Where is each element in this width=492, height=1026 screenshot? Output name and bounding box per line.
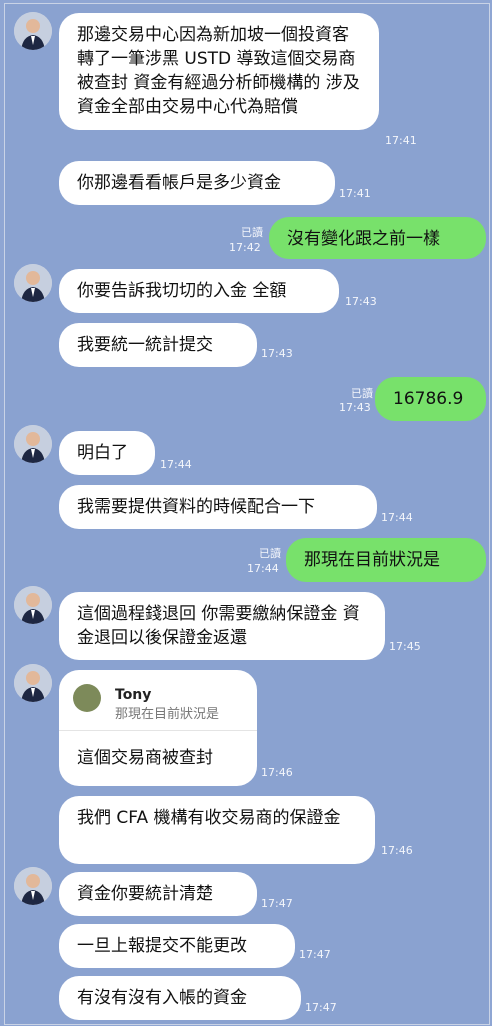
contact-avatar[interactable] bbox=[14, 12, 52, 50]
message-time: 17:43 bbox=[339, 401, 371, 414]
message-bubble[interactable]: 這個過程錢退回 你需要繳納保證金 資金退回以後保證金返還 bbox=[59, 592, 385, 660]
message-time: 17:42 bbox=[229, 241, 261, 254]
message-time: 17:47 bbox=[305, 1001, 337, 1014]
message-time: 17:44 bbox=[247, 562, 279, 575]
contact-avatar[interactable] bbox=[14, 264, 52, 302]
message-time: 17:44 bbox=[160, 458, 192, 471]
message-bubble[interactable]: 你那邊看看帳戶是多少資金 bbox=[59, 161, 335, 205]
message-bubble-outgoing[interactable]: 那現在目前狀況是 bbox=[286, 538, 486, 582]
message-bubble[interactable]: 我要統一統計提交 bbox=[59, 323, 257, 367]
message-time: 17:47 bbox=[299, 948, 331, 961]
message-time: 17:45 bbox=[389, 640, 421, 653]
reply-divider bbox=[59, 730, 257, 731]
message-bubble[interactable]: 你要告訴我切切的入金 全額 bbox=[59, 269, 339, 313]
read-receipt: 已讀 bbox=[259, 547, 281, 560]
contact-avatar[interactable] bbox=[14, 664, 52, 702]
quoted-user-avatar bbox=[73, 684, 101, 712]
message-time: 17:41 bbox=[339, 187, 371, 200]
reply-message-text: 這個交易商被查封 bbox=[77, 748, 213, 768]
message-time: 17:43 bbox=[261, 347, 293, 360]
read-receipt: 已讀 bbox=[241, 226, 263, 239]
message-time: 17:46 bbox=[381, 844, 413, 857]
contact-avatar[interactable] bbox=[14, 425, 52, 463]
message-time: 17:47 bbox=[261, 897, 293, 910]
message-bubble[interactable]: 資金你要統計清楚 bbox=[59, 872, 257, 916]
chat-window: 那邊交易中心因為新加坡一個投資客 轉了一筆涉黑 USTD 導致這個交易商被查封 … bbox=[4, 3, 490, 1025]
message-bubble-outgoing[interactable]: 沒有變化跟之前一樣 bbox=[269, 217, 486, 259]
message-time: 17:43 bbox=[345, 295, 377, 308]
message-bubble[interactable]: 有沒有沒有入帳的資金 bbox=[59, 976, 301, 1020]
contact-avatar[interactable] bbox=[14, 586, 52, 624]
message-time: 17:46 bbox=[261, 766, 293, 779]
message-bubble[interactable]: 我需要提供資料的時候配合一下 bbox=[59, 485, 377, 529]
message-bubble[interactable]: 我們 CFA 機構有收交易商的保證金 bbox=[59, 796, 375, 864]
read-receipt: 已讀 bbox=[351, 387, 373, 400]
message-bubble[interactable]: 那邊交易中心因為新加坡一個投資客 轉了一筆涉黑 USTD 導致這個交易商被查封 … bbox=[59, 13, 379, 130]
contact-avatar[interactable] bbox=[14, 867, 52, 905]
message-time: 17:44 bbox=[381, 511, 413, 524]
quoted-message: 那現在目前狀況是 bbox=[115, 707, 220, 722]
reply-bubble[interactable]: Tony 那現在目前狀況是 這個交易商被查封 bbox=[59, 670, 257, 786]
message-bubble-outgoing[interactable]: 16786.9 bbox=[375, 377, 486, 421]
message-bubble[interactable]: 明白了 bbox=[59, 431, 155, 475]
message-time: 17:41 bbox=[385, 134, 417, 147]
message-bubble[interactable]: 一旦上報提交不能更改 bbox=[59, 924, 295, 968]
